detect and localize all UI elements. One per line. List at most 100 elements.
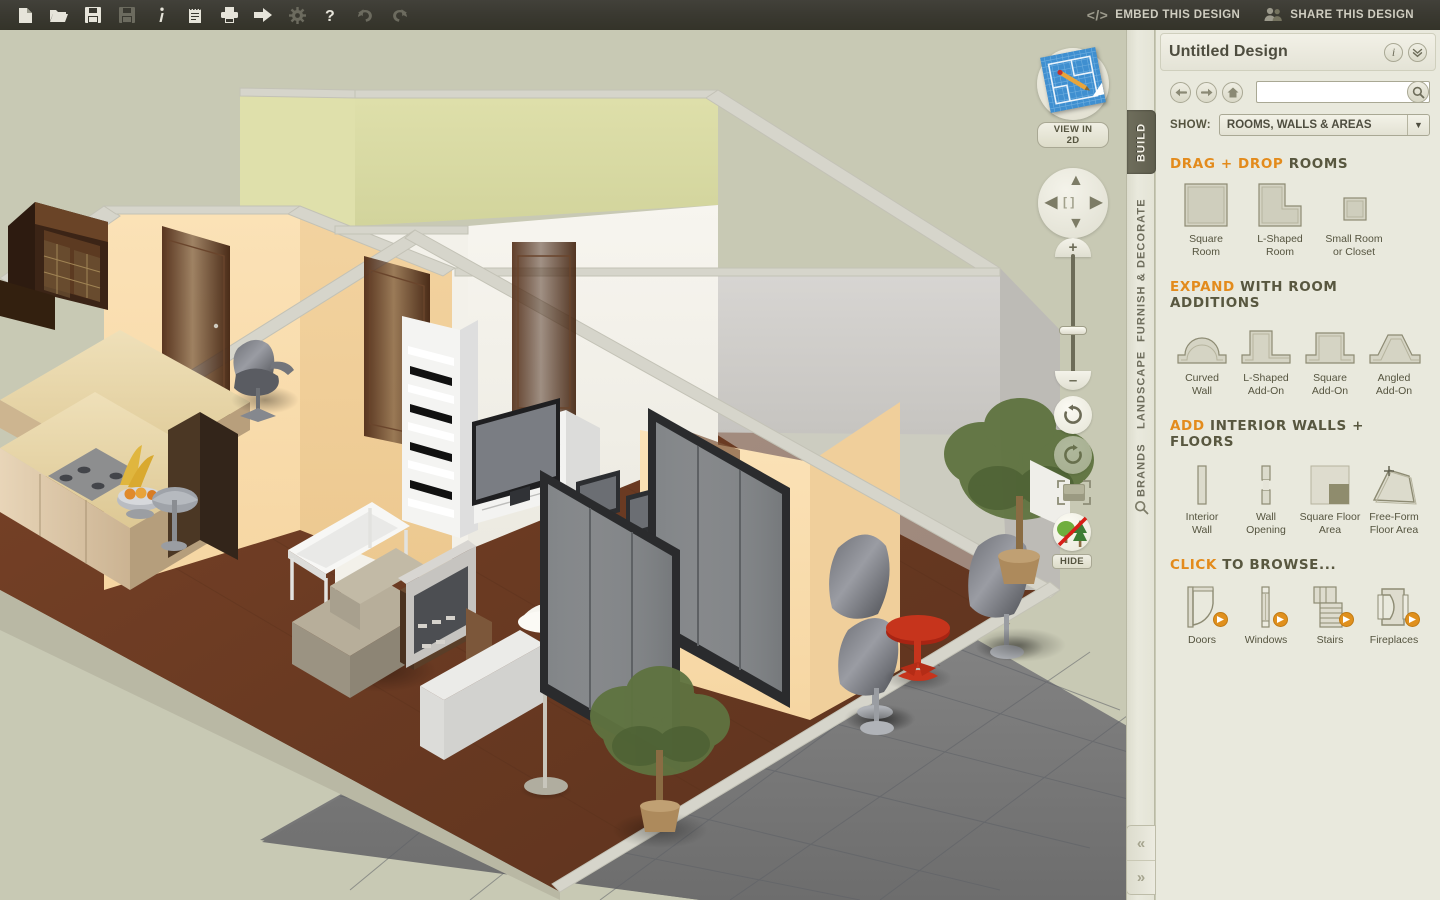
- small-room-icon: [1329, 182, 1379, 228]
- chevron-down-icon[interactable]: [1408, 42, 1427, 62]
- notes-icon[interactable]: [178, 0, 212, 30]
- settings-gear-icon[interactable]: [280, 0, 314, 30]
- pan-left-button[interactable]: ◀: [1045, 195, 1057, 211]
- section-add-interior-walls-floors: ADD INTERIOR WALLS + FLOORS Interior Wal…: [1156, 418, 1440, 537]
- help-icon[interactable]: ?: [314, 0, 348, 30]
- sidebar-tab-build[interactable]: BUILD: [1127, 110, 1156, 174]
- search-icon[interactable]: [1407, 81, 1429, 103]
- square-floor-area-icon: [1300, 460, 1360, 506]
- tool-angled-add-on[interactable]: Angled Add-On: [1362, 321, 1426, 398]
- tool-windows[interactable]: Windows: [1234, 583, 1298, 647]
- show-select[interactable]: ROOMS, WALLS & AREAS ▼: [1218, 114, 1430, 136]
- zoom-slider-handle[interactable]: [1059, 326, 1087, 335]
- pan-right-button[interactable]: ▶: [1090, 195, 1102, 211]
- tool-square-add-on[interactable]: Square Add-On: [1298, 321, 1362, 398]
- curved-wall-icon: [1172, 321, 1232, 367]
- browse-badge-icon: [1273, 612, 1288, 627]
- tool-doors[interactable]: Doors: [1170, 583, 1234, 647]
- embed-code-icon: </>: [1086, 7, 1109, 23]
- pan-center-button[interactable]: [ ]: [1063, 196, 1074, 208]
- pan-up-button[interactable]: ▲: [1068, 173, 1084, 189]
- export-icon[interactable]: [246, 0, 280, 30]
- tool-interior-wall[interactable]: Interior Wall: [1170, 460, 1234, 537]
- tool-wall-opening[interactable]: Wall Opening: [1234, 460, 1298, 537]
- nav-back-button[interactable]: [1170, 81, 1191, 103]
- tool-label: Free-Form Floor Area: [1369, 511, 1419, 536]
- tool-stairs[interactable]: Stairs: [1298, 583, 1362, 647]
- new-document-icon[interactable]: [8, 0, 42, 30]
- tool-label: L-Shaped Add-On: [1243, 372, 1289, 397]
- section-items: Doors Windows Stairs Fireplaces: [1170, 583, 1430, 647]
- rotate-clockwise-icon[interactable]: [1054, 436, 1092, 474]
- tool-l-shaped-room[interactable]: L-Shaped Room: [1248, 182, 1312, 259]
- redo-icon[interactable]: [382, 0, 416, 30]
- section-heading: EXPAND WITH ROOM ADDITIONS: [1170, 279, 1430, 311]
- section-items: Interior Wall Wall Opening Square Floor …: [1170, 460, 1430, 537]
- heading-highlight: CLICK: [1170, 557, 1217, 573]
- floorplan-3d-render[interactable]: [0, 30, 1155, 900]
- toolbar-right-links: </> EMBED THIS DESIGN SHARE THIS DESIGN: [1075, 0, 1440, 30]
- top-toolbar: ? </> EMBED THIS DESIGN SHARE THIS DESIG…: [0, 0, 1440, 30]
- section-heading: ADD INTERIOR WALLS + FLOORS: [1170, 418, 1430, 450]
- svg-text:?: ?: [325, 8, 335, 24]
- zoom-slider-track: [1071, 254, 1075, 374]
- browse-badge-icon: [1405, 612, 1420, 627]
- zoom-out-button[interactable]: –: [1055, 371, 1091, 390]
- hide-trees-icon: [1053, 513, 1091, 551]
- tool-label: L-Shaped Room: [1257, 233, 1303, 258]
- sidebar-search-icon[interactable]: [1127, 492, 1156, 522]
- home-icon[interactable]: [1222, 81, 1243, 103]
- square-add-on-icon: [1300, 321, 1360, 367]
- open-folder-icon[interactable]: [42, 0, 76, 30]
- square-room-icon: [1181, 182, 1231, 228]
- nav-forward-button[interactable]: [1196, 81, 1217, 103]
- l-shaped-add-on-icon: [1236, 321, 1296, 367]
- design-canvas-3d[interactable]: VIEW IN 2D ▲ ▼ ◀ ▶ [ ] + – HIDE: [0, 30, 1155, 900]
- save-icon[interactable]: [76, 0, 110, 30]
- tool-label: Curved Wall: [1185, 372, 1219, 397]
- embed-this-design-button[interactable]: </> EMBED THIS DESIGN: [1075, 0, 1252, 30]
- right-tool-panel: Untitled Design i SHOW: ROOMS, WALLS & A…: [1156, 30, 1440, 900]
- share-label: SHARE THIS DESIGN: [1290, 9, 1414, 21]
- interior-wall-icon: [1172, 460, 1232, 506]
- tool-label: Small Room or Closet: [1325, 233, 1383, 258]
- heading-highlight: DRAG + DROP: [1170, 156, 1284, 172]
- panel-titlebar: Untitled Design i: [1160, 33, 1436, 71]
- tool-square-room[interactable]: Square Room: [1174, 182, 1238, 259]
- tool-label: Stairs: [1316, 634, 1344, 646]
- tool-label: Angled Add-On: [1375, 372, 1413, 397]
- pan-down-button[interactable]: ▼: [1068, 216, 1084, 232]
- tool-small-room-or-closet[interactable]: Small Room or Closet: [1322, 182, 1386, 259]
- view-in-2d-button[interactable]: VIEW IN 2D: [1037, 47, 1109, 148]
- share-this-design-button[interactable]: SHARE THIS DESIGN: [1252, 0, 1426, 30]
- hide-trees-button[interactable]: HIDE: [1052, 513, 1092, 569]
- heading-highlight: ADD: [1170, 418, 1205, 434]
- tool-curved-wall[interactable]: Curved Wall: [1170, 321, 1234, 398]
- door-right-white: [512, 242, 576, 420]
- design-title: Untitled Design: [1169, 43, 1288, 60]
- show-filter-row: SHOW: ROOMS, WALLS & AREAS ▼: [1156, 103, 1440, 136]
- tool-fireplaces[interactable]: Fireplaces: [1362, 583, 1426, 647]
- angled-add-on-icon: [1364, 321, 1424, 367]
- panel-collapse-controls: « »: [1126, 825, 1156, 895]
- search-input[interactable]: [1256, 81, 1430, 103]
- info-icon[interactable]: [144, 0, 178, 30]
- rotate-counterclockwise-icon[interactable]: [1054, 396, 1092, 434]
- tool-square-floor-area[interactable]: Square Floor Area: [1298, 460, 1362, 537]
- browse-badge-icon: [1339, 612, 1354, 627]
- save-as-icon[interactable]: [110, 0, 144, 30]
- undo-icon[interactable]: [348, 0, 382, 30]
- tool-label: Doors: [1187, 634, 1216, 646]
- chevron-down-icon[interactable]: ▼: [1407, 115, 1429, 135]
- zoom-slider[interactable]: + –: [1055, 238, 1091, 390]
- print-icon[interactable]: [212, 0, 246, 30]
- info-icon[interactable]: i: [1384, 42, 1403, 62]
- stairs-icon: [1302, 583, 1358, 629]
- collapse-right-button[interactable]: »: [1127, 860, 1155, 894]
- fit-to-frame-icon[interactable]: [1054, 478, 1094, 510]
- collapse-left-button[interactable]: «: [1127, 826, 1155, 860]
- tool-l-shaped-add-on[interactable]: L-Shaped Add-On: [1234, 321, 1298, 398]
- heading-rest: TO BROWSE...: [1222, 557, 1337, 573]
- tool-free-form-floor-area[interactable]: Free-Form Floor Area: [1362, 460, 1426, 537]
- pan-control-disc[interactable]: ▲ ▼ ◀ ▶ [ ]: [1038, 168, 1108, 238]
